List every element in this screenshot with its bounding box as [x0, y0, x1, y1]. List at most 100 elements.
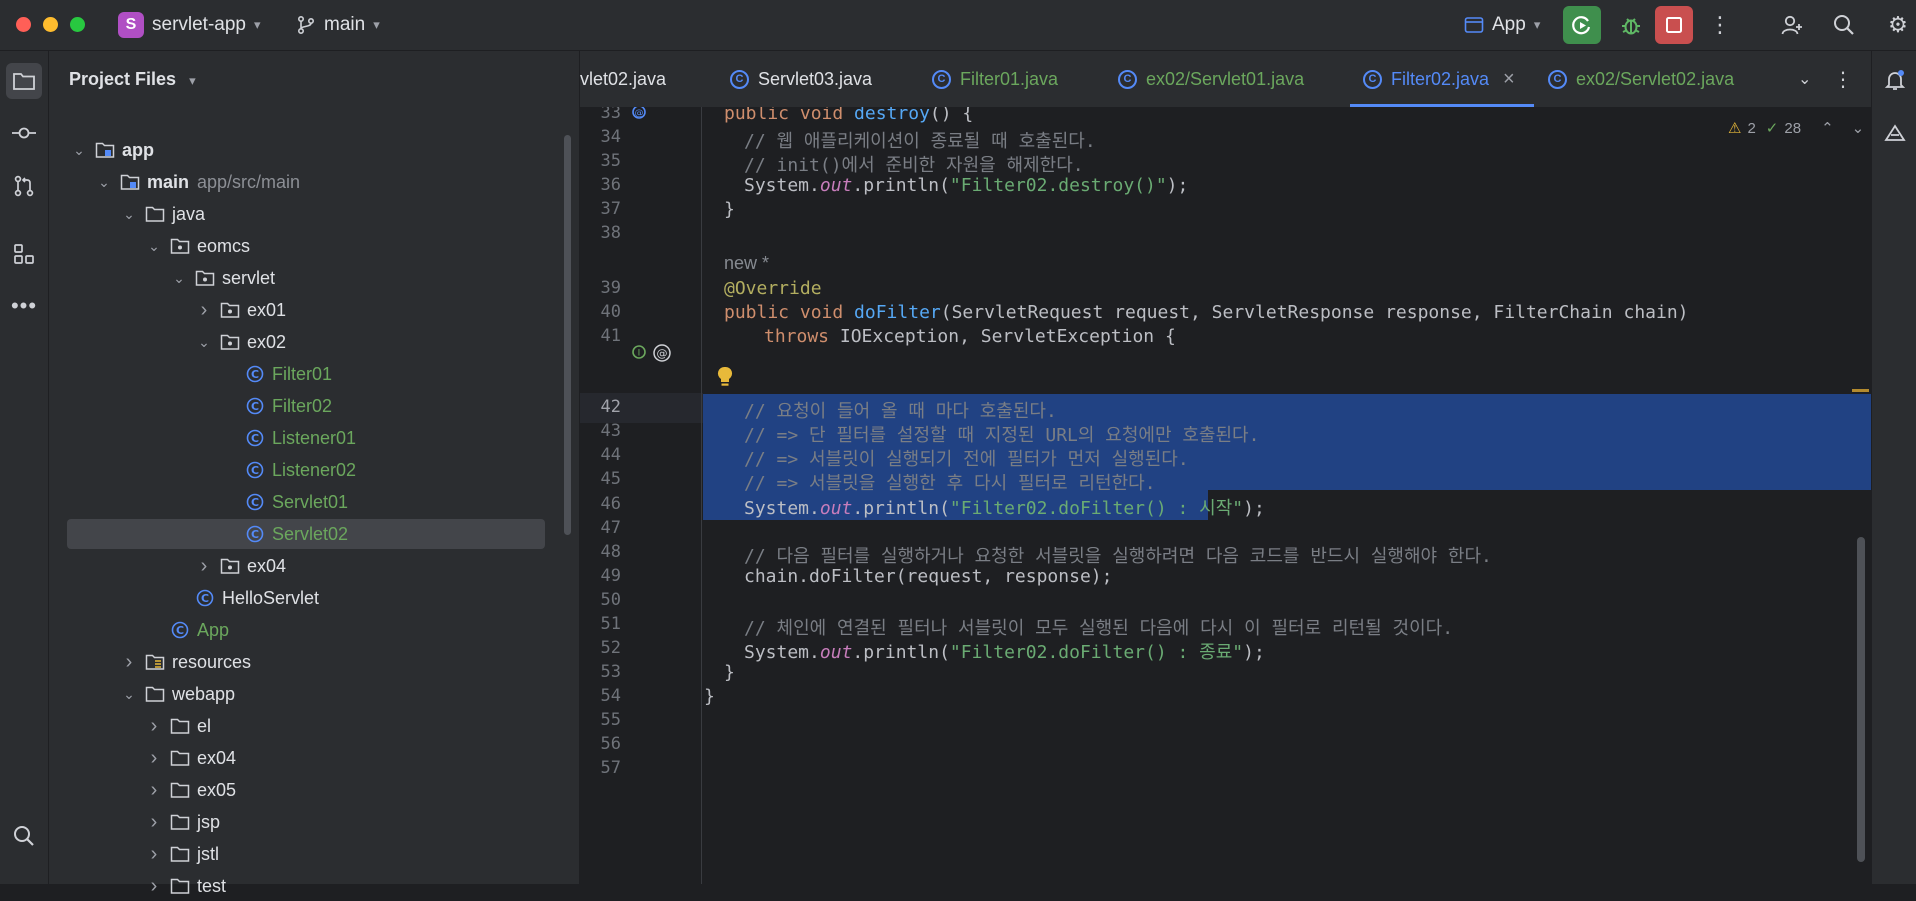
tree-item[interactable]: › test: [144, 871, 226, 901]
next-highlight-icon[interactable]: ⌄: [1852, 119, 1865, 137]
chevron-right-icon[interactable]: ›: [144, 811, 164, 834]
line-number[interactable]: 33: [580, 107, 621, 123]
line-number[interactable]: 37: [580, 199, 621, 219]
tree-item[interactable]: ⌄ main app/src/main: [94, 167, 300, 197]
annotation-at-icon[interactable]: @: [652, 343, 672, 363]
editor-tab[interactable]: C Filter01.java: [932, 51, 1058, 107]
commit-tool-button[interactable]: [9, 118, 39, 148]
line-number[interactable]: 39: [580, 278, 621, 298]
line-number[interactable]: 44: [580, 445, 621, 465]
chevron-down-icon[interactable]: ⌄: [194, 334, 214, 351]
project-selector[interactable]: S servlet-app ▾: [118, 0, 261, 50]
chevron-down-icon[interactable]: ⌄: [119, 686, 139, 703]
tree-item[interactable]: C Filter01: [219, 359, 332, 389]
chevron-right-icon[interactable]: ›: [194, 299, 214, 322]
tree-item[interactable]: › jsp: [144, 807, 220, 837]
settings-button[interactable]: ⚙: [1883, 10, 1913, 40]
implements-method-icon[interactable]: @: [630, 107, 648, 121]
project-panel-title[interactable]: Project Files ▾: [69, 69, 196, 90]
more-actions-button[interactable]: ⋮: [1705, 10, 1735, 40]
chevron-right-icon[interactable]: ›: [144, 715, 164, 738]
search-everywhere-button[interactable]: [1829, 10, 1859, 40]
line-number[interactable]: 55: [580, 710, 621, 730]
chevron-right-icon[interactable]: ›: [144, 779, 164, 802]
line-number[interactable]: 48: [580, 542, 621, 562]
line-number[interactable]: 38: [580, 223, 621, 243]
tree-item[interactable]: ⌄ app: [69, 135, 154, 165]
tree-item[interactable]: › ex05: [144, 775, 236, 805]
tree-item[interactable]: › ex04: [144, 743, 236, 773]
minimize-window-button[interactable]: [43, 17, 58, 32]
error-stripe-marker[interactable]: [1852, 389, 1869, 392]
line-number[interactable]: 57: [580, 758, 621, 778]
chevron-right-icon[interactable]: ›: [144, 747, 164, 770]
chevron-right-icon[interactable]: ›: [119, 651, 139, 674]
tree-item[interactable]: › resources: [119, 647, 251, 677]
line-number[interactable]: 47: [580, 518, 621, 538]
tree-item[interactable]: ⌄ webapp: [119, 679, 235, 709]
chevron-right-icon[interactable]: ›: [194, 555, 214, 578]
previous-highlight-icon[interactable]: ⌃: [1821, 119, 1834, 137]
inspection-widget[interactable]: ⚠ 2 ✓ 28 ⌃ ⌄: [1728, 119, 1865, 138]
editor-tab[interactable]: vlet02.java: [580, 51, 666, 107]
tree-item[interactable]: C Listener02: [219, 455, 356, 485]
find-tool-button[interactable]: [9, 821, 39, 851]
stop-button[interactable]: [1655, 6, 1693, 44]
debug-button[interactable]: [1616, 10, 1646, 40]
line-number[interactable]: 51: [580, 614, 621, 634]
rerun-button[interactable]: [1563, 6, 1601, 44]
usages-inlay-hint[interactable]: new *: [724, 253, 769, 274]
editor-tab[interactable]: C Servlet03.java: [730, 51, 872, 107]
line-number[interactable]: 54: [580, 686, 621, 706]
line-number[interactable]: 34: [580, 127, 621, 147]
zoom-window-button[interactable]: [70, 17, 85, 32]
code-editor[interactable]: 33 34 35 36 37 38 39 40 41 42 43 44 45 46 47 48 49 50 51 52…: [580, 107, 1871, 884]
chevron-right-icon[interactable]: ›: [144, 843, 164, 866]
line-number[interactable]: 42: [580, 397, 621, 417]
branch-selector[interactable]: main ▾: [296, 0, 380, 50]
editor-scrollbar[interactable]: [1857, 537, 1865, 862]
tree-item[interactable]: C Filter02: [219, 391, 332, 421]
implements-method-icon[interactable]: I: [630, 343, 648, 361]
line-number[interactable]: 40: [580, 302, 621, 322]
tree-item[interactable]: › ex04: [194, 551, 286, 581]
ai-assistant-button[interactable]: [1880, 119, 1910, 149]
chevron-right-icon[interactable]: ›: [144, 875, 164, 898]
tree-item[interactable]: › el: [144, 711, 211, 741]
line-number[interactable]: 36: [580, 175, 621, 195]
close-tab-icon[interactable]: ×: [1503, 68, 1515, 91]
tree-item[interactable]: C HelloServlet: [169, 583, 319, 613]
editor-tab[interactable]: Cex02/Servlet01.java: [1118, 51, 1304, 107]
tree-item[interactable]: C Servlet02: [67, 519, 545, 549]
tree-item[interactable]: ⌄ ex02: [194, 327, 286, 357]
editor-tab[interactable]: Cex02/Servlet02.java: [1548, 51, 1734, 107]
chevron-down-icon[interactable]: ⌄: [169, 270, 189, 287]
lightbulb-icon[interactable]: [716, 365, 734, 389]
line-number[interactable]: 35: [580, 151, 621, 171]
line-number[interactable]: 41: [580, 326, 621, 346]
notifications-button[interactable]: [1880, 65, 1910, 95]
tree-item[interactable]: ⌄ servlet: [169, 263, 275, 293]
tree-item[interactable]: › jstl: [144, 839, 219, 869]
line-number[interactable]: 52: [580, 638, 621, 658]
line-number[interactable]: 50: [580, 590, 621, 610]
chevron-down-icon[interactable]: ⌄: [144, 238, 164, 255]
tree-item[interactable]: C Servlet01: [219, 487, 348, 517]
chevron-down-icon[interactable]: ⌄: [94, 174, 114, 191]
tree-item[interactable]: C App: [144, 615, 229, 645]
project-tool-button[interactable]: [6, 63, 42, 99]
line-number[interactable]: 46: [580, 494, 621, 514]
pull-requests-tool-button[interactable]: [9, 171, 39, 201]
line-number[interactable]: 45: [580, 469, 621, 489]
chevron-down-icon[interactable]: ⌄: [119, 206, 139, 223]
project-tree-scrollbar[interactable]: [564, 135, 571, 535]
editor-tab[interactable]: C Filter02.java ×: [1363, 51, 1515, 107]
show-hidden-tabs-button[interactable]: ⌄: [1798, 51, 1811, 107]
chevron-down-icon[interactable]: ⌄: [69, 142, 89, 159]
line-number[interactable]: 43: [580, 421, 621, 441]
tree-item[interactable]: ⌄ eomcs: [144, 231, 250, 261]
line-number[interactable]: 56: [580, 734, 621, 754]
tab-actions-button[interactable]: ⋮: [1833, 51, 1853, 107]
run-config-selector[interactable]: App ▾: [1464, 0, 1540, 50]
close-window-button[interactable]: [16, 17, 31, 32]
